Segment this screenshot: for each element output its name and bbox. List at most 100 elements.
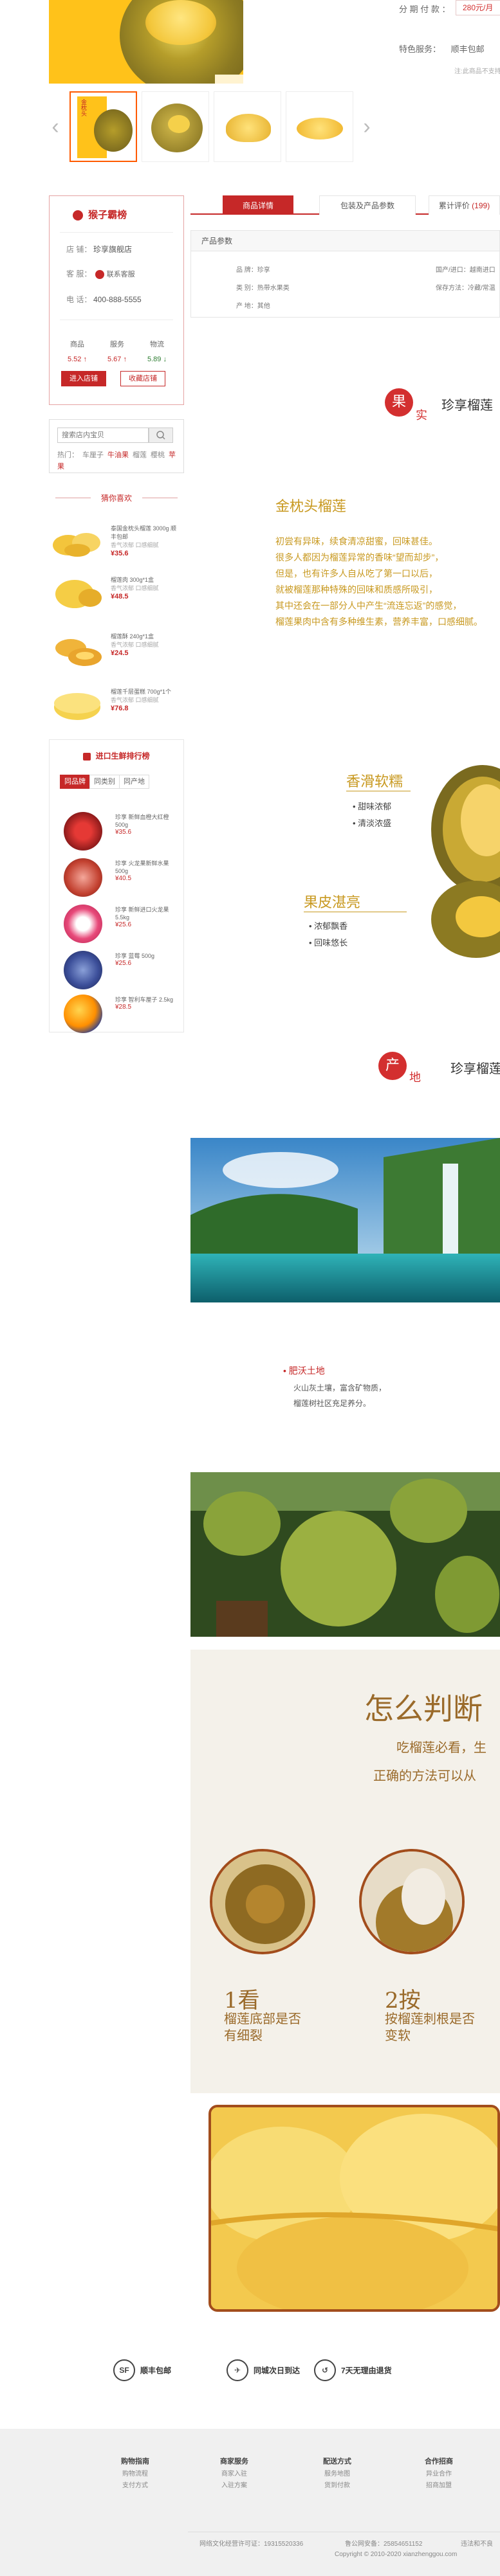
blueberry-image xyxy=(64,951,102,989)
how-to-judge-section: 怎么判断 吃榴莲必看，生 正确的方法可以从 1看 榴莲底部是否 有细裂 2按 按… xyxy=(190,1650,500,2093)
tab-package-params[interactable]: 包装及产品参数 xyxy=(319,195,416,215)
import-ranking-title: 进口生鲜排行榜 xyxy=(95,752,150,761)
thumb-next-arrow[interactable]: › xyxy=(360,111,373,143)
recommend-price: ¥24.5 xyxy=(111,649,129,657)
thumbnail-3[interactable] xyxy=(214,91,281,162)
section-badge-fruit: 果 xyxy=(385,388,413,417)
search-icon xyxy=(156,431,165,440)
judge-bottom-image xyxy=(210,1849,315,1954)
ranking-item[interactable]: 珍享 新鲜血橙大红橙 500g ¥35.6 xyxy=(60,809,176,851)
durian-slices-image xyxy=(53,533,100,557)
param-storage: 保存方法：冷藏/常温 xyxy=(436,285,495,292)
recommend-item[interactable]: 榴莲酥 240g*1盒 香气浓郁 口感细腻 ¥24.5 xyxy=(49,629,184,680)
product-note: 注:此商品不支持… xyxy=(454,68,500,75)
footer-link[interactable]: 支付方式 xyxy=(103,2480,167,2492)
contact-service-link[interactable]: 联系客服 xyxy=(107,271,135,278)
hot-keyword[interactable]: 樱桃 xyxy=(151,451,165,459)
footer-link[interactable]: 商家入驻 xyxy=(202,2469,266,2480)
score-goods: 商品 5.52 ↑ xyxy=(68,341,87,363)
footer-more: 违法和不良 xyxy=(461,2541,493,2548)
blood-orange-image xyxy=(64,812,102,851)
step-1-number: 1看 xyxy=(224,1988,260,2013)
footer-license: 鲁公网安备：25854651152 xyxy=(345,2541,423,2548)
thumb-badge: 金枕头 xyxy=(80,99,87,116)
footer-icp: 网络文化经营许可证：19315520336 xyxy=(199,2541,304,2548)
plane-icon: ✈ xyxy=(227,2359,248,2381)
footer-link[interactable]: 货到付款 xyxy=(305,2480,369,2492)
hot-keyword[interactable]: 车厘子 xyxy=(82,451,104,459)
tab-product-detail[interactable]: 商品详情 xyxy=(223,195,293,215)
ranking-icon xyxy=(83,752,91,761)
shop-search-card: 热门：车厘子牛油果榴莲樱桃苹果 xyxy=(49,419,184,473)
hot-keywords: 热门： 车厘子 牛油果 榴莲 樱桃 苹果 xyxy=(57,451,176,471)
tab-same-origin[interactable]: 同产地 xyxy=(119,775,149,789)
installment-label: 分 期 付 款 ： xyxy=(399,5,450,14)
param-category: 类 别：热带水果类 xyxy=(236,285,290,292)
thumbnail-strip: ‹ 金枕头 › xyxy=(49,91,384,162)
footer-link[interactable]: 购物流程 xyxy=(103,2469,167,2480)
section-badge-origin: 产 xyxy=(378,1052,407,1080)
recommend-price: ¥35.6 xyxy=(111,550,129,557)
footer-link[interactable]: 服务地图 xyxy=(305,2469,369,2480)
return-icon: ↺ xyxy=(314,2359,336,2381)
favorite-shop-button[interactable]: 收藏店铺 xyxy=(120,371,165,386)
waterfall-landscape-image xyxy=(190,1138,500,1302)
recommend-title: 猜你喜欢 xyxy=(49,492,184,503)
feature-title-1: 香滑软糯 xyxy=(346,774,403,790)
durian-meat-image xyxy=(55,580,102,608)
thumbnail-2[interactable] xyxy=(142,91,209,162)
thumbnail-1[interactable]: 金枕头 xyxy=(69,91,137,162)
thumb-prev-arrow[interactable]: ‹ xyxy=(49,111,62,143)
tab-reviews[interactable]: 累计评价 (199) xyxy=(429,195,500,215)
tab-same-category[interactable]: 同类别 xyxy=(89,775,120,789)
ranking-item[interactable]: 珍享 新鲜进口火龙果 5.5kg ¥25.6 xyxy=(60,902,176,943)
param-import: 国产/进口：越南进口 xyxy=(436,267,495,274)
thumbnail-4[interactable] xyxy=(286,91,353,162)
shop-logo-icon xyxy=(73,210,83,221)
shop-logo-text: 猴子霸榜 xyxy=(88,210,127,221)
detail-tabs: 商品详情 包装及产品参数 累计评价 (199) xyxy=(190,195,500,215)
hot-keyword[interactable]: 牛油果 xyxy=(107,451,129,459)
footer-link[interactable]: 入驻方案 xyxy=(202,2480,266,2492)
search-button[interactable] xyxy=(149,428,173,443)
hot-keyword[interactable]: 榴莲 xyxy=(133,451,147,459)
recommend-price: ¥48.5 xyxy=(111,593,129,600)
recommend-item[interactable]: 泰国金枕头榴莲 3000g 顺丰包邮 香气浓郁 口感细腻 ¥35.6 xyxy=(49,521,184,572)
feature-title-2: 果皮湛亮 xyxy=(304,895,361,911)
special-service-label: 特色服务： xyxy=(399,44,441,54)
durian-cake-image xyxy=(54,693,100,720)
recommend-item[interactable]: 榴莲千层蛋糕 700g*1个 香气浓郁 口感细腻 ¥76.8 xyxy=(49,684,184,735)
shop-search-input[interactable] xyxy=(57,428,149,443)
step-2-number: 2按 xyxy=(385,1988,421,2013)
footer-link[interactable]: 异业合作 xyxy=(407,2469,471,2480)
footer-col-business: 合作招商 异业合作 招商加盟 xyxy=(407,2456,471,2492)
review-count: (199) xyxy=(472,201,490,210)
ranking-item[interactable]: 珍享 蓝莓 500g ¥25.6 xyxy=(60,948,176,989)
site-footer: 购物指南 购物流程 支付方式 商家服务 商家入驻 入驻方案 配送方式 服务地图 … xyxy=(0,2429,500,2576)
service-shipping: SF 顺丰包邮 xyxy=(113,2359,171,2385)
enter-shop-button[interactable]: 进入店铺 xyxy=(61,371,106,386)
sf-express-icon: SF xyxy=(113,2359,135,2381)
product-params: 产品参数 品 牌：珍享 类 别：热带水果类 产 地：其他 国产/进口：越南进口 … xyxy=(190,230,500,318)
pitaya-image xyxy=(64,905,102,943)
recommend-item[interactable]: 榴莲肉 300g*1盒 香气浓郁 口感细腻 ¥48.5 xyxy=(49,572,184,624)
footer-link[interactable]: 招商加盟 xyxy=(407,2480,471,2492)
judge-thorn-image xyxy=(359,1849,465,1954)
footer-col-merchant: 商家服务 商家入驻 入驻方案 xyxy=(202,2456,266,2492)
footer-col-guide: 购物指南 购物流程 支付方式 xyxy=(103,2456,167,2492)
special-service-value: 顺丰包邮 xyxy=(450,44,485,54)
ranking-item[interactable]: 珍享 火龙果新鲜水果 500g ¥40.5 xyxy=(60,856,176,897)
main-product-image xyxy=(49,0,243,84)
shop-phone: 400-888-5555 xyxy=(93,295,142,304)
tab-same-brand[interactable]: 同品牌 xyxy=(60,775,90,789)
installment-option[interactable]: 280元/月 xyxy=(456,0,500,15)
param-origin: 产 地：其他 xyxy=(236,303,270,310)
ranking-item[interactable]: 珍享 智利车厘子 2.5kg ¥28.5 xyxy=(60,992,176,1033)
durian-flesh-closeup-image xyxy=(208,2105,500,2312)
shop-info-card: 猴子霸榜 店 铺： 珍享旗舰店 客 服： 联系客服 电 话： 400-888-555… xyxy=(49,195,184,405)
service-next-day: ✈ 同城次日到达 xyxy=(227,2359,300,2385)
section-title-fruit: 珍享榴莲 xyxy=(441,397,493,413)
dragon-fruit-image xyxy=(64,858,102,897)
judge-title: 怎么判断 xyxy=(364,1691,483,1726)
durian-pastry-image xyxy=(55,639,102,666)
